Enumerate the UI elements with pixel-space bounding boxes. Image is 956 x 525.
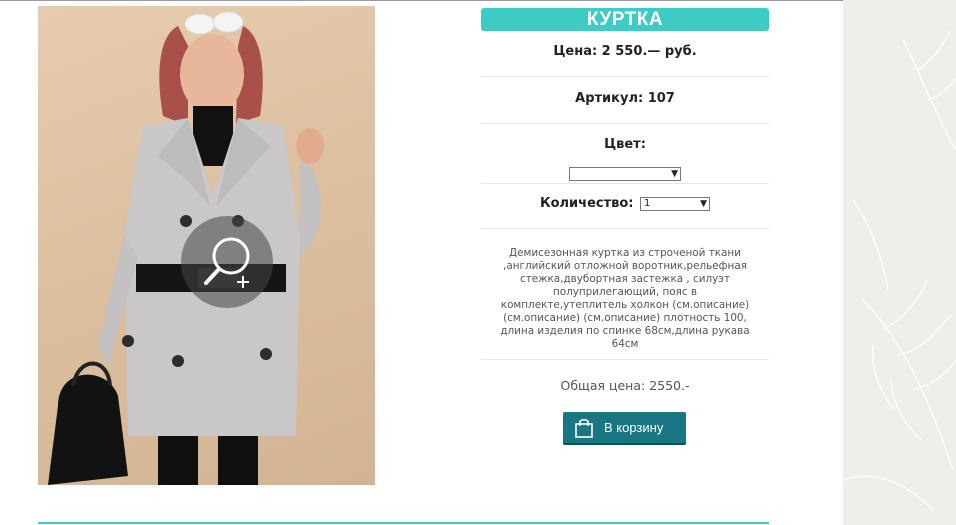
quantity-row: Количество: 1 ▼ bbox=[481, 196, 769, 211]
chevron-down-icon: ▼ bbox=[671, 169, 678, 179]
total-price: Общая цена: 2550.- bbox=[560, 378, 690, 393]
add-to-cart-button[interactable]: В корзину bbox=[563, 412, 686, 443]
bottom-divider bbox=[38, 522, 769, 524]
decorative-leaf-background bbox=[843, 0, 956, 525]
divider bbox=[481, 183, 769, 184]
zoom-button[interactable] bbox=[181, 216, 273, 308]
top-divider bbox=[0, 0, 956, 1]
quantity-select[interactable]: 1 ▼ bbox=[640, 196, 711, 211]
shopping-bag-icon bbox=[575, 418, 593, 438]
product-title: КУРТКА bbox=[481, 8, 769, 31]
color-select[interactable]: ▼ bbox=[569, 167, 681, 181]
divider bbox=[481, 228, 769, 229]
chevron-down-icon: ▼ bbox=[700, 198, 708, 209]
product-price: Цена: 2 550.— руб. bbox=[553, 44, 697, 59]
color-label: Цвет: bbox=[604, 137, 646, 152]
quantity-select-value: 1 bbox=[644, 197, 651, 209]
zoom-in-icon bbox=[204, 237, 250, 288]
quantity-label: Количество: bbox=[539, 196, 634, 211]
product-sku: Артикул: 107 bbox=[575, 91, 675, 106]
divider bbox=[481, 123, 769, 124]
divider bbox=[481, 76, 769, 77]
divider bbox=[481, 359, 769, 360]
product-description: Демисезонная куртка из строченой ткани ,… bbox=[500, 247, 750, 350]
add-to-cart-label: В корзину bbox=[604, 420, 664, 435]
product-photo[interactable] bbox=[38, 6, 375, 485]
